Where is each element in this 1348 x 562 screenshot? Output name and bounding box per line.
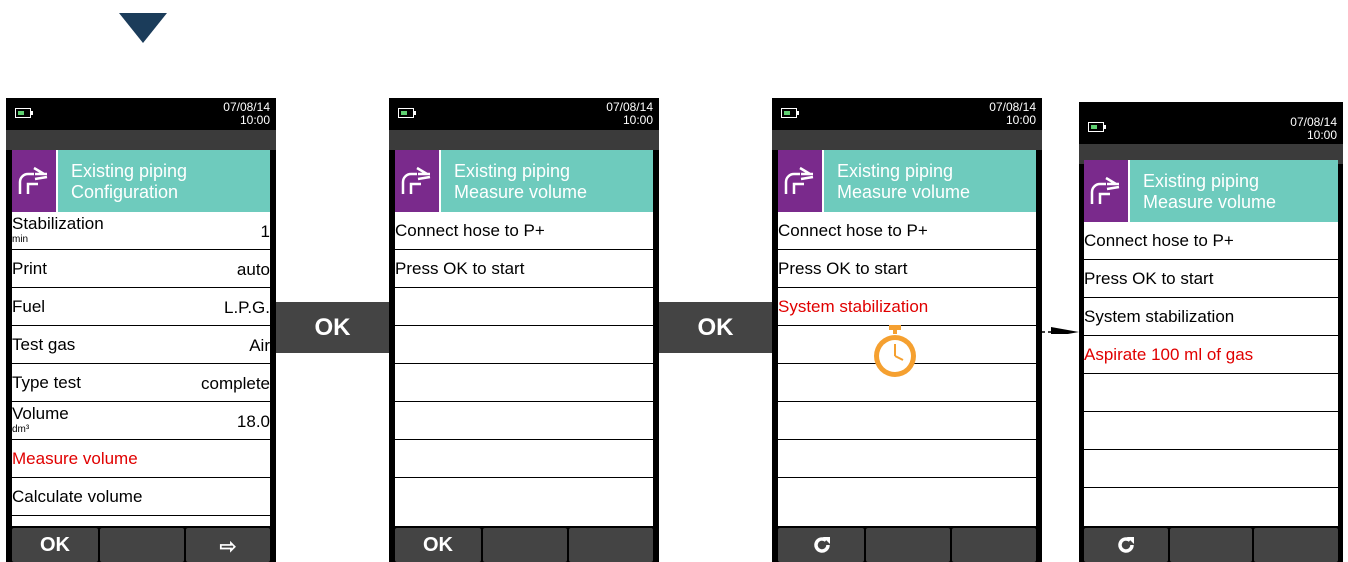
ok-button[interactable]: OK <box>395 528 481 562</box>
piping-icon <box>395 150 439 212</box>
blank-button[interactable] <box>866 528 950 562</box>
header-title: Existing piping Measure volume <box>441 150 653 212</box>
row-empty <box>395 364 653 402</box>
row-press-ok: Press OK to start <box>395 250 653 288</box>
refresh-button[interactable] <box>1084 528 1168 562</box>
ok-button[interactable]: OK <box>12 528 98 562</box>
piping-icon <box>12 150 56 212</box>
content-panel: Existing piping Measure volume Connect ho… <box>395 150 653 526</box>
content-panel: Existing piping Configuration Stabilizati… <box>12 150 270 526</box>
blank-button[interactable] <box>483 528 567 562</box>
device-screen-measure-volume: 07/08/14 10:00 Existing piping Measure vol… <box>389 98 659 562</box>
header-title: Existing piping Configuration <box>58 150 270 212</box>
device-screen-configuration: 07/08/14 10:00 Existing piping Configurati… <box>6 98 276 562</box>
battery-icon <box>1088 122 1106 132</box>
blank-button[interactable] <box>569 528 653 562</box>
row-print[interactable]: Print auto <box>12 250 270 288</box>
datetime: 07/08/14 10:00 <box>606 100 653 127</box>
content-panel: Existing piping Measure volume Connect ho… <box>1084 160 1338 526</box>
row-empty <box>395 440 653 478</box>
refresh-button[interactable] <box>778 528 864 562</box>
row-system-stabilization: System stabilization <box>778 288 1036 326</box>
gray-band <box>6 130 276 150</box>
row-calculate-volume[interactable]: Calculate volume <box>12 478 270 516</box>
row-test-gas[interactable]: Test gas Air <box>12 326 270 364</box>
gray-band <box>772 130 1042 150</box>
device-screen-aspirate: 07/08/14 10:00 Existing piping Measure vol… <box>1079 102 1343 562</box>
next-button[interactable]: ⇨ <box>186 528 270 562</box>
refresh-icon <box>1118 537 1134 553</box>
refresh-icon <box>814 537 830 553</box>
header-title: Existing piping Measure volume <box>824 150 1036 212</box>
status-bar: 07/08/14 10:00 <box>6 98 276 130</box>
footer-bar: OK <box>389 526 659 562</box>
content-panel: Existing piping Measure volume Connect ho… <box>778 150 1036 526</box>
row-measure-volume[interactable]: Measure volume <box>12 440 270 478</box>
row-empty <box>1084 412 1338 450</box>
footer-bar: OK ⇨ <box>6 526 276 562</box>
row-empty <box>395 326 653 364</box>
row-fuel[interactable]: Fuel L.P.G. <box>12 288 270 326</box>
row-empty <box>1084 374 1338 412</box>
datetime: 07/08/14 10:00 <box>1290 115 1337 142</box>
down-arrow-icon <box>119 13 167 43</box>
blank-button[interactable] <box>1254 528 1338 562</box>
row-stabilization[interactable]: Stabilization min 1 <box>12 212 270 250</box>
battery-icon <box>398 108 416 118</box>
row-connect-hose: Connect hose to P+ <box>1084 222 1338 260</box>
status-bar: 07/08/14 10:00 <box>772 98 1042 130</box>
blank-button[interactable] <box>100 528 184 562</box>
right-arrow-icon: ⇨ <box>219 536 237 558</box>
ok-step-button[interactable]: OK <box>659 302 772 353</box>
footer-bar <box>772 526 1042 562</box>
piping-icon <box>778 150 822 212</box>
row-system-stabilization: System stabilization <box>1084 298 1338 336</box>
screen-header: Existing piping Configuration <box>12 150 270 212</box>
header-title: Existing piping Measure volume <box>1130 160 1338 222</box>
row-aspirate-gas: Aspirate 100 ml of gas <box>1084 336 1338 374</box>
piping-icon <box>1084 160 1128 222</box>
battery-icon <box>15 108 33 118</box>
timer-icon <box>874 325 916 377</box>
status-bar: 07/08/14 10:00 <box>1079 102 1343 142</box>
footer-bar <box>1079 526 1343 562</box>
device-screen-stabilization: 07/08/14 10:00 Existing piping Measure vol… <box>772 98 1042 562</box>
blank-button[interactable] <box>952 528 1036 562</box>
blank-button[interactable] <box>1170 528 1252 562</box>
row-empty <box>778 402 1036 440</box>
arrow-connector-icon <box>1041 327 1079 334</box>
screen-header: Existing piping Measure volume <box>778 150 1036 212</box>
datetime: 07/08/14 10:00 <box>223 100 270 127</box>
battery-icon <box>781 108 799 118</box>
screen-header: Existing piping Measure volume <box>395 150 653 212</box>
status-bar: 07/08/14 10:00 <box>389 98 659 130</box>
row-press-ok: Press OK to start <box>778 250 1036 288</box>
gray-band <box>389 130 659 150</box>
datetime: 07/08/14 10:00 <box>989 100 1036 127</box>
row-connect-hose: Connect hose to P+ <box>395 212 653 250</box>
screen-header: Existing piping Measure volume <box>1084 160 1338 222</box>
row-press-ok: Press OK to start <box>1084 260 1338 298</box>
row-empty <box>395 402 653 440</box>
ok-step-button[interactable]: OK <box>276 302 389 353</box>
row-volume[interactable]: Volume dm³ 18.0 <box>12 402 270 440</box>
row-connect-hose: Connect hose to P+ <box>778 212 1036 250</box>
row-empty <box>778 440 1036 478</box>
row-type-test[interactable]: Type test complete <box>12 364 270 402</box>
row-empty <box>395 288 653 326</box>
row-empty <box>1084 450 1338 488</box>
